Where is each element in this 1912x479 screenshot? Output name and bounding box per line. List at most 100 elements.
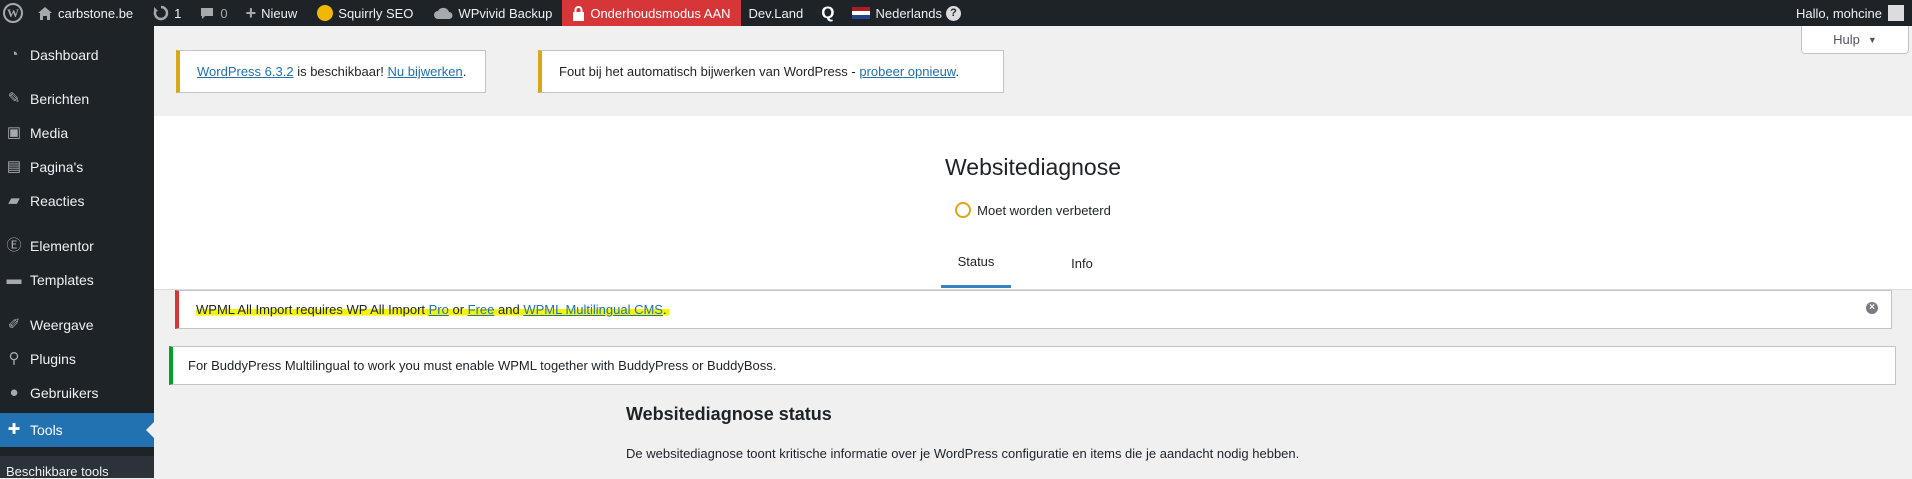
squirrly-seo-link[interactable]: Squirrly SEO	[307, 0, 423, 26]
site-name-link[interactable]: carbstone.be	[31, 0, 143, 26]
greeting: Hallo, mohcine	[1796, 5, 1882, 21]
sidebar-item-label: Pagina's	[30, 159, 84, 175]
brush-icon: ✐	[7, 316, 21, 333]
status-text: Moet worden verbeterd	[977, 202, 1111, 218]
notice-text: is beschikbaar!	[293, 64, 388, 79]
buddypress-notice: For BuddyPress Multilingual to work you …	[169, 346, 1896, 385]
sidebar-subitem-beschikbare-tools[interactable]: Beschikbare tools	[0, 456, 154, 479]
main-content: Hulp ▼ WordPress 6.3.2 is beschikbaar! N…	[154, 26, 1912, 478]
section-description: De websitediagnose toont kritische infor…	[626, 446, 1300, 461]
sidebar-item-label: Media	[30, 125, 69, 141]
flag-nl-icon	[852, 7, 871, 19]
admin-sidebar: ◔ Dashboard ✎ Berichten ▣ Media ▤ Pagina…	[0, 26, 154, 479]
sidebar-item-label: Dashboard	[30, 47, 99, 63]
admin-bar: W carbstone.be 1 0 + Nieuw Squirrly SEO …	[0, 0, 1912, 26]
pages-icon: ▤	[6, 158, 22, 175]
folder-icon: ▬	[6, 271, 22, 288]
notice-text: For BuddyPress Multilingual to work you …	[188, 358, 777, 373]
sidebar-item-dashboard[interactable]: ◔ Dashboard	[0, 38, 154, 72]
highlighted-notice-text: WPML All Import requires WP All Import P…	[196, 302, 669, 317]
elementor-icon: Ⓔ	[6, 237, 22, 254]
wordpress-version-link[interactable]: WordPress 6.3.2	[197, 64, 294, 79]
q-icon: Q	[821, 3, 835, 22]
language-switcher[interactable]: Nederlands ?	[844, 0, 969, 26]
health-status: Moet worden verbeterd	[154, 202, 1912, 218]
q-menu-button[interactable]: Q	[811, 0, 844, 26]
notice-text: or	[448, 302, 468, 317]
pin-icon: ✎	[7, 90, 21, 107]
notice-text: and	[494, 302, 524, 317]
devland-label: Dev.Land	[748, 5, 804, 21]
plugin-icon: ⚲	[8, 350, 20, 367]
language-label: Nederlands	[875, 5, 942, 21]
sidebar-item-label: Templates	[30, 272, 94, 288]
sidebar-item-label: Elementor	[30, 238, 94, 254]
sidebar-item-label: Gebruikers	[30, 385, 99, 401]
wordpress-logo-button[interactable]: W	[0, 0, 31, 26]
new-label: Nieuw	[261, 5, 298, 21]
sidebar-item-label: Plugins	[30, 351, 76, 367]
page-title: Websitediagnose	[944, 154, 1122, 180]
sidebar-item-reacties[interactable]: ▰ Reacties	[0, 184, 154, 218]
sidebar-item-gebruikers[interactable]: ● Gebruikers	[0, 376, 154, 410]
sidebar-item-media[interactable]: ▣ Media	[0, 116, 154, 150]
update-now-link[interactable]: Nu bijwerken	[388, 64, 463, 79]
notice-text: Fout bij het automatisch bijwerken van W…	[559, 64, 860, 79]
retry-link[interactable]: probeer opnieuw	[859, 64, 955, 79]
update-notice: WordPress 6.3.2 is beschikbaar! Nu bijwe…	[176, 50, 486, 93]
lock-icon	[572, 5, 585, 21]
home-icon	[37, 6, 53, 21]
notice-text: .	[955, 64, 960, 79]
chevron-down-icon: ▼	[1867, 34, 1877, 45]
sidebar-item-label: Reacties	[30, 193, 85, 209]
tab-status[interactable]: Status	[941, 238, 1011, 288]
comment-icon	[199, 6, 215, 21]
notice-text: .	[462, 64, 467, 79]
notice-text: WPML All Import requires WP All Import	[196, 302, 429, 317]
updates-link[interactable]: 1	[143, 0, 191, 26]
comments-count: 0	[220, 5, 228, 21]
new-content-link[interactable]: + Nieuw	[236, 0, 308, 26]
wpvivid-backup-link[interactable]: WPvivid Backup	[423, 0, 562, 26]
pro-link[interactable]: Pro	[429, 302, 449, 317]
sidebar-item-templates[interactable]: ▬ Templates	[0, 263, 154, 297]
help-question-icon[interactable]: ?	[945, 5, 961, 21]
sidebar-item-berichten[interactable]: ✎ Berichten	[0, 82, 154, 116]
notice-text: .	[662, 302, 667, 317]
sidebar-item-tools[interactable]: ✚ Tools	[0, 413, 154, 447]
free-link[interactable]: Free	[468, 302, 495, 317]
help-label: Hulp	[1833, 32, 1860, 47]
tab-label: Status	[957, 254, 995, 269]
section-title: Websitediagnose status	[626, 404, 832, 424]
devland-link[interactable]: Dev.Land	[741, 0, 812, 26]
submenu-label: Beschikbare tools	[6, 464, 109, 479]
maintenance-label: Onderhoudsmodus AAN	[590, 5, 731, 21]
sidebar-item-weergave[interactable]: ✐ Weergave	[0, 308, 154, 342]
sidebar-item-label: Berichten	[30, 91, 90, 107]
sidebar-item-label: Tools	[30, 422, 63, 438]
sidebar-item-paginas[interactable]: ▤ Pagina's	[0, 150, 154, 184]
maintenance-mode-link[interactable]: Onderhoudsmodus AAN	[562, 0, 741, 26]
sidebar-item-plugins[interactable]: ⚲ Plugins	[0, 342, 154, 376]
dismiss-notice-icon[interactable]: ×	[1866, 302, 1878, 314]
media-icon: ▣	[6, 124, 22, 141]
squirrly-icon	[317, 5, 334, 21]
auto-update-error-notice: Fout bij het automatisch bijwerken van W…	[538, 50, 1004, 93]
comments-link[interactable]: 0	[191, 0, 235, 26]
wpml-cms-link[interactable]: WPML Multilingual CMS	[523, 302, 663, 317]
users-icon: ●	[9, 384, 19, 401]
site-name: carbstone.be	[58, 5, 134, 21]
tab-info[interactable]: Info	[1047, 238, 1117, 288]
avatar-icon	[1888, 5, 1904, 21]
dashboard-icon: ◔	[9, 46, 19, 63]
sidebar-item-label: Weergave	[30, 317, 94, 333]
sidebar-item-elementor[interactable]: Ⓔ Elementor	[0, 229, 154, 263]
wordpress-logo-icon: W	[3, 3, 23, 23]
help-button[interactable]: Hulp ▼	[1801, 26, 1909, 54]
wpvivid-label: WPvivid Backup	[458, 5, 553, 21]
plus-icon: +	[245, 2, 257, 23]
my-account-link[interactable]: Hallo, mohcine	[1790, 0, 1912, 26]
updates-icon	[153, 5, 169, 21]
site-health-header: Websitediagnose Moet worden verbeterd St…	[154, 116, 1912, 290]
updates-count: 1	[174, 5, 182, 21]
